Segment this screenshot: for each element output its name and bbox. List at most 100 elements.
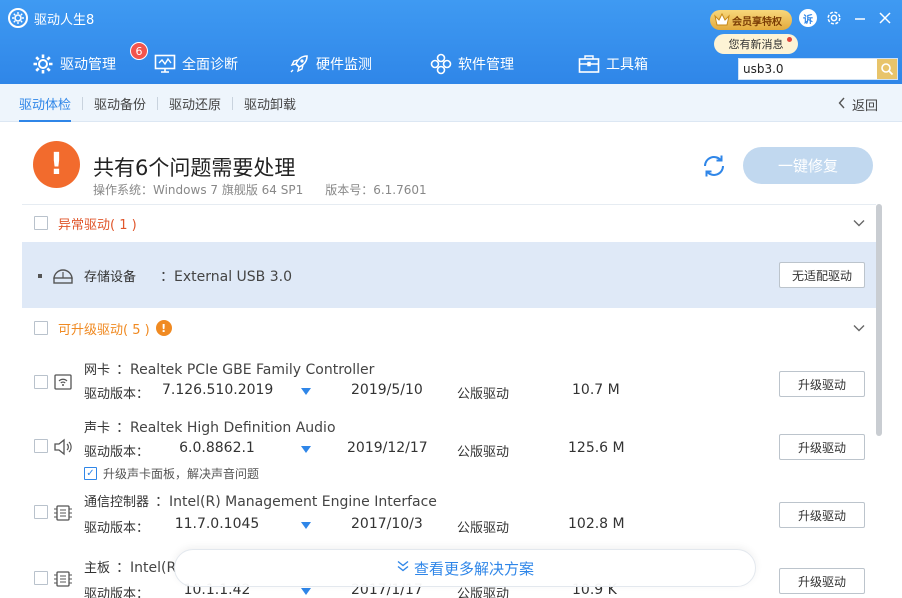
message-bubble[interactable]: 您有新消息 xyxy=(714,34,798,54)
driver-checkbox[interactable] xyxy=(34,439,48,453)
driver-size: 10.7 M xyxy=(572,382,620,398)
info-icon[interactable]: ! xyxy=(155,320,172,336)
device-name: ：Intel(R xyxy=(116,560,177,576)
minimize-icon[interactable] xyxy=(850,8,870,28)
device-line: 通信控制器 ：Intel(R) Management Engine Interfa… xyxy=(84,491,437,511)
os-info: 操作系统：Windows 7 旗舰版 64 SP1 xyxy=(93,183,304,197)
search-button[interactable] xyxy=(877,59,897,79)
version-dropdown-icon[interactable] xyxy=(301,522,311,529)
nav-software-manage[interactable]: 软件管理 xyxy=(418,46,526,82)
nav-hardware-monitor[interactable]: 硬件监测 xyxy=(276,46,384,82)
version-label: 驱动版本： xyxy=(84,587,150,598)
chevron-left-icon xyxy=(838,97,846,113)
view-more-label: 查看更多解决方案 xyxy=(413,559,534,578)
tab-driver-restore[interactable]: 驱动还原 xyxy=(158,84,232,122)
settings-icon[interactable] xyxy=(824,8,844,28)
no-driver-button[interactable]: 无适配驱动 xyxy=(779,262,865,288)
device-type: 网卡 xyxy=(84,363,111,378)
os-version: 版本号：6.1.7601 xyxy=(325,183,427,197)
driver-kind: 公版驱动 xyxy=(457,445,510,460)
chevron-down-icon[interactable] xyxy=(852,320,866,334)
group-abnormal[interactable]: 异常驱动( 1 ) xyxy=(22,205,876,241)
device-line: 网卡 ：Realtek PCIe GBE Family Controller xyxy=(84,359,374,379)
back-label: 返回 xyxy=(851,99,878,114)
nav-label: 硬件监测 xyxy=(316,57,372,73)
nav-toolbox[interactable]: 工具箱 xyxy=(566,46,660,82)
group-checkbox[interactable] xyxy=(34,321,48,335)
version-dropdown-icon[interactable] xyxy=(301,388,311,395)
network-card-icon xyxy=(52,373,74,393)
motherboard-icon xyxy=(52,569,74,589)
message-label: 您有新消息 xyxy=(728,38,784,51)
version-line: 驱动版本： 11.7.0.1045 2017/10/3 公版驱动 102.8 M xyxy=(84,515,644,536)
close-icon[interactable] xyxy=(875,8,895,28)
upgrade-driver-button[interactable]: 升级驱动 xyxy=(779,371,865,397)
version-line: 驱动版本： 6.0.8862.1 2019/12/17 公版驱动 125.6 M xyxy=(84,439,644,460)
group-label: 可升级驱动( 5 ) xyxy=(58,322,150,338)
rocket-icon xyxy=(288,53,310,75)
search-input[interactable] xyxy=(739,59,877,79)
device-name: ：Intel(R) Management Engine Interface xyxy=(155,494,437,510)
sub-tabs: 驱动体检 驱动备份 驱动还原 驱动卸载 xyxy=(8,84,307,122)
upgrade-driver-button[interactable]: 升级驱动 xyxy=(779,434,865,460)
title-bar: 驱动人生8 xyxy=(8,7,94,29)
header-bar: 驱动人生8 会员享特权 您有新消息 诉 驱动管理 6 全面诊断 硬件监测 软件管… xyxy=(0,0,902,84)
driver-app-window: { "window": { "title": "驱动人生8", "vip_lab… xyxy=(0,0,902,598)
nav-label: 工具箱 xyxy=(606,57,648,73)
nav-driver-manage[interactable]: 驱动管理 6 xyxy=(20,42,148,82)
driver-date: 2019/12/17 xyxy=(347,440,428,456)
vip-label: 会员享特权 xyxy=(732,16,782,28)
version-dropdown-icon[interactable] xyxy=(301,446,311,453)
driver-kind: 公版驱动 xyxy=(457,521,510,536)
version-label: 驱动版本： xyxy=(84,445,150,460)
device-line: 声卡 ：Realtek High Definition Audio xyxy=(84,417,336,437)
group-checkbox[interactable] xyxy=(34,216,48,230)
version-line: 驱动版本： 7.126.510.2019 2019/5/10 公版驱动 10.7… xyxy=(84,381,644,402)
storage-device-icon xyxy=(52,265,74,285)
driver-kind: 公版驱动 xyxy=(457,387,510,402)
double-chevron-down-icon xyxy=(396,559,410,577)
driver-size: 125.6 M xyxy=(568,440,625,456)
refresh-icon[interactable] xyxy=(700,152,728,180)
list-scrollbar[interactable] xyxy=(876,204,882,436)
group-upgradable[interactable]: 可升级驱动( 5 ) ! xyxy=(22,310,876,346)
chip-icon xyxy=(52,503,74,523)
nav-label: 全面诊断 xyxy=(182,57,238,73)
tab-driver-check[interactable]: 驱动体检 xyxy=(8,84,82,122)
option-label: 升级声卡面板，解决声音问题 xyxy=(103,467,260,481)
tab-driver-backup[interactable]: 驱动备份 xyxy=(83,84,157,122)
feedback-button[interactable]: 诉 xyxy=(799,9,817,27)
version-dropdown-icon[interactable] xyxy=(301,588,311,595)
abnormal-driver-row: 存储设备 ：External USB 3.0 无适配驱动 xyxy=(22,242,876,308)
version-value: 7.126.510.2019 xyxy=(162,382,274,398)
view-more-solutions-button[interactable]: 查看更多解决方案 xyxy=(174,549,756,587)
driver-checkbox[interactable] xyxy=(34,571,48,585)
warning-icon: ! xyxy=(33,141,80,188)
back-link[interactable]: 返回 xyxy=(838,95,878,114)
nav-diagnosis[interactable]: 全面诊断 xyxy=(142,46,250,82)
driver-date: 2017/10/3 xyxy=(351,516,423,532)
sound-panel-option[interactable]: ✓ 升级声卡面板，解决声音问题 xyxy=(84,465,259,482)
upgrade-driver-button[interactable]: 升级驱动 xyxy=(779,502,865,528)
driver-row: 声卡 ：Realtek High Definition Audio 驱动版本： 6… xyxy=(22,413,876,485)
app-title: 驱动人生8 xyxy=(34,12,95,28)
app-logo-icon xyxy=(8,8,28,28)
upgrade-driver-button[interactable]: 升级驱动 xyxy=(779,568,865,594)
option-checkbox[interactable]: ✓ xyxy=(84,467,97,480)
chevron-down-icon[interactable] xyxy=(852,215,866,229)
device-name: ：Realtek High Definition Audio xyxy=(116,420,336,436)
device-type: 通信控制器 xyxy=(84,495,150,510)
flower-grid-icon xyxy=(430,53,452,75)
nav-label: 驱动管理 xyxy=(60,57,116,73)
device-type: 存储设备 xyxy=(84,270,137,285)
monitor-check-icon xyxy=(154,53,176,75)
one-click-fix-button[interactable]: 一键修复 xyxy=(743,147,873,184)
system-info: 操作系统：Windows 7 旗舰版 64 SP1 版本号：6.1.7601 xyxy=(93,181,427,198)
driver-list: 异常驱动( 1 ) 存储设备 ：External USB 3.0 无适配驱动 可… xyxy=(22,204,876,598)
vip-badge[interactable]: 会员享特权 xyxy=(710,10,792,30)
driver-row: 网卡 ：Realtek PCIe GBE Family Controller 驱动… xyxy=(22,355,876,413)
driver-checkbox[interactable] xyxy=(34,375,48,389)
tab-driver-uninstall[interactable]: 驱动卸载 xyxy=(233,84,307,122)
driver-checkbox[interactable] xyxy=(34,505,48,519)
main-nav: 驱动管理 6 全面诊断 硬件监测 软件管理 工具箱 xyxy=(20,42,660,82)
